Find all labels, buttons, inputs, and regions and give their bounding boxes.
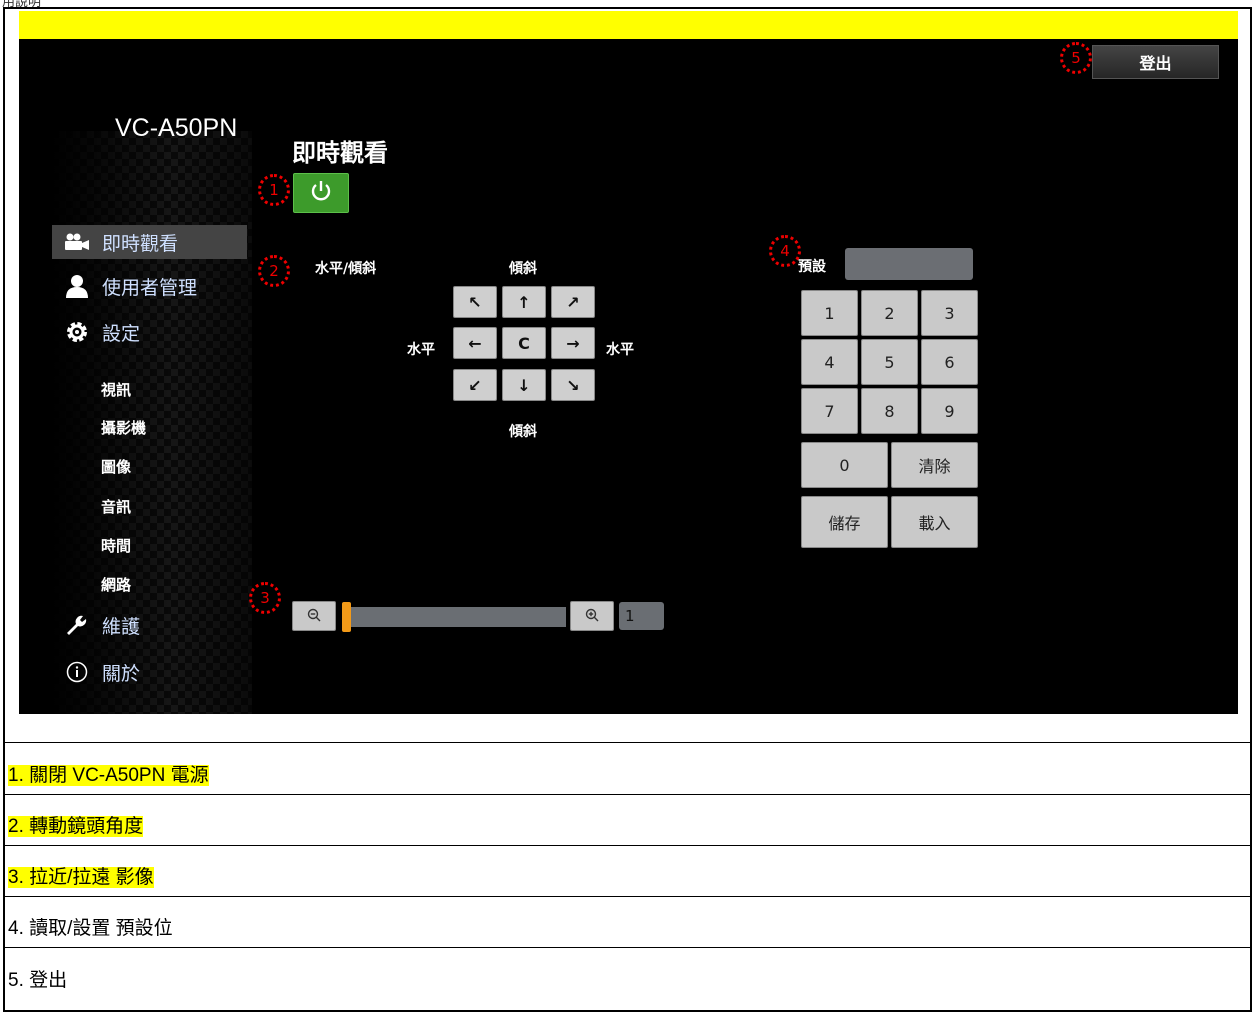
ptz-left-button[interactable]: ← — [453, 327, 497, 359]
note-2: 2. 轉動鏡頭角度 — [8, 816, 144, 837]
info-icon — [52, 661, 102, 683]
callout-marker-4: 4 — [769, 235, 801, 267]
preset-save-button[interactable]: 儲存 — [801, 496, 888, 548]
callout-marker-1: 1 — [258, 174, 290, 206]
zoom-out-icon — [307, 607, 321, 626]
user-icon — [52, 274, 102, 298]
zoom-in-icon — [585, 607, 599, 626]
note-1: 1. 關閉 VC-A50PN 電源 — [8, 765, 209, 786]
sidebar-item-label: 使用者管理 — [102, 276, 198, 299]
ptz-up-right-button[interactable]: ↗ — [551, 286, 595, 318]
note-3: 3. 拉近/拉遠 影像 — [8, 867, 154, 888]
sidebar-subitem-camera[interactable]: 攝影機 — [101, 417, 146, 438]
row-divider — [5, 845, 1250, 846]
zoom-out-button[interactable] — [292, 601, 336, 631]
preset-key-5[interactable]: 5 — [861, 339, 918, 385]
preset-key-6[interactable]: 6 — [921, 339, 978, 385]
preset-key-0[interactable]: 0 — [801, 442, 888, 488]
row-divider — [5, 947, 1250, 948]
tilt-label-bottom: 傾斜 — [509, 424, 537, 440]
preset-input[interactable] — [845, 248, 973, 280]
row-divider — [5, 896, 1250, 897]
note-5: 5. 登出 — [8, 970, 68, 991]
page-title: 即時觀看 — [292, 139, 388, 167]
sidebar-subitem-video[interactable]: 視訊 — [101, 379, 131, 400]
preset-key-8[interactable]: 8 — [861, 388, 918, 434]
sidebar-item-label: 設定 — [102, 322, 141, 345]
ptz-title: 水平/傾斜 — [315, 261, 377, 277]
preset-label: 預設 — [798, 259, 826, 275]
ptz-down-button[interactable]: ↓ — [502, 369, 546, 401]
preset-key-9[interactable]: 9 — [921, 388, 978, 434]
callout-marker-3: 3 — [249, 582, 281, 614]
sidebar-item-about[interactable]: 關於 — [52, 655, 247, 689]
video-camera-icon — [52, 233, 102, 251]
power-icon — [309, 179, 333, 207]
preset-clear-button[interactable]: 清除 — [891, 442, 978, 488]
row-divider — [5, 742, 1250, 743]
preset-key-2[interactable]: 2 — [861, 290, 918, 336]
callout-marker-5: 5 — [1060, 42, 1092, 74]
power-button[interactable] — [293, 173, 349, 213]
row-divider — [5, 794, 1250, 795]
logout-button[interactable]: 登出 — [1092, 45, 1219, 79]
ptz-right-button[interactable]: → — [551, 327, 595, 359]
zoom-value: 1 — [619, 602, 664, 630]
zoom-slider-track[interactable] — [344, 607, 566, 627]
ptz-up-button[interactable]: ↑ — [502, 286, 546, 318]
sidebar-subitem-image[interactable]: 圖像 — [101, 456, 131, 477]
yellow-banner — [19, 11, 1238, 39]
sidebar-item-label: 關於 — [102, 662, 141, 685]
sidebar-item-label: 維護 — [102, 615, 141, 638]
tilt-label-top: 傾斜 — [509, 261, 537, 277]
sidebar-subitem-time[interactable]: 時間 — [101, 535, 131, 556]
ptz-center-button[interactable]: C — [502, 327, 546, 359]
sidebar-item-maintenance[interactable]: 維護 — [52, 608, 247, 642]
ptz-up-left-button[interactable]: ↖ — [453, 286, 497, 318]
zoom-slider-handle[interactable] — [342, 602, 351, 632]
ptz-down-right-button[interactable]: ↘ — [551, 369, 595, 401]
sidebar-subitem-network[interactable]: 網路 — [101, 574, 131, 595]
preset-key-1[interactable]: 1 — [801, 290, 858, 336]
pan-label-right: 水平 — [606, 342, 634, 358]
ptz-down-left-button[interactable]: ↙ — [453, 369, 497, 401]
gear-icon — [52, 320, 102, 344]
app-screenshot: VC-A50PN 即時觀看 使用者管理 設定 視訊 攝影機 圖像 音訊 時間 網… — [19, 11, 1238, 714]
sidebar-item-label: 即時觀看 — [102, 232, 179, 255]
sidebar-item-live-view[interactable]: 即時觀看 — [52, 225, 247, 259]
zoom-in-button[interactable] — [570, 601, 614, 631]
preset-key-3[interactable]: 3 — [921, 290, 978, 336]
note-4: 4. 讀取/設置 預設位 — [8, 918, 173, 939]
sidebar-item-settings[interactable]: 設定 — [52, 315, 247, 349]
callout-marker-2: 2 — [258, 255, 290, 287]
preset-load-button[interactable]: 載入 — [891, 496, 978, 548]
sidebar-subitem-audio[interactable]: 音訊 — [101, 496, 131, 517]
wrench-icon — [52, 613, 102, 637]
pan-label-left: 水平 — [407, 342, 435, 358]
preset-key-4[interactable]: 4 — [801, 339, 858, 385]
model-name: VC-A50PN — [115, 114, 238, 142]
preset-key-7[interactable]: 7 — [801, 388, 858, 434]
sidebar-item-user-management[interactable]: 使用者管理 — [52, 269, 247, 303]
